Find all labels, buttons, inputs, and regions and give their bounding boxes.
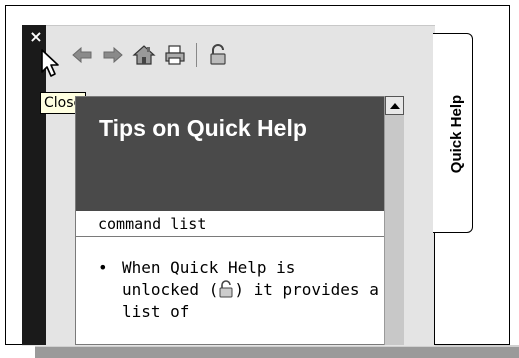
toolbar-separator (196, 43, 197, 67)
subheading: command list (76, 211, 384, 237)
unlock-icon (219, 280, 233, 298)
bullet-icon: • (98, 258, 108, 277)
vertical-scrollbar[interactable] (384, 96, 404, 345)
print-icon[interactable] (163, 43, 187, 67)
back-arrow-icon[interactable] (70, 43, 94, 67)
mouse-cursor-icon (41, 49, 59, 77)
scroll-up-button[interactable] (385, 96, 404, 115)
arrow-up-icon (390, 103, 400, 109)
help-content: Tips on Quick Help command list • When Q… (75, 96, 385, 345)
title-banner: Tips on Quick Help (76, 97, 384, 211)
home-icon[interactable] (132, 43, 156, 67)
forward-arrow-icon[interactable] (101, 43, 125, 67)
lock-icon[interactable] (206, 43, 230, 67)
page-title: Tips on Quick Help (99, 115, 307, 141)
tab-edge-line (434, 232, 435, 345)
tab-quick-help-label: Quick Help (448, 94, 465, 174)
close-button[interactable]: × (27, 28, 45, 46)
list-item: When Quick Help is unlocked () it provid… (122, 257, 382, 323)
toolbar (70, 40, 230, 70)
